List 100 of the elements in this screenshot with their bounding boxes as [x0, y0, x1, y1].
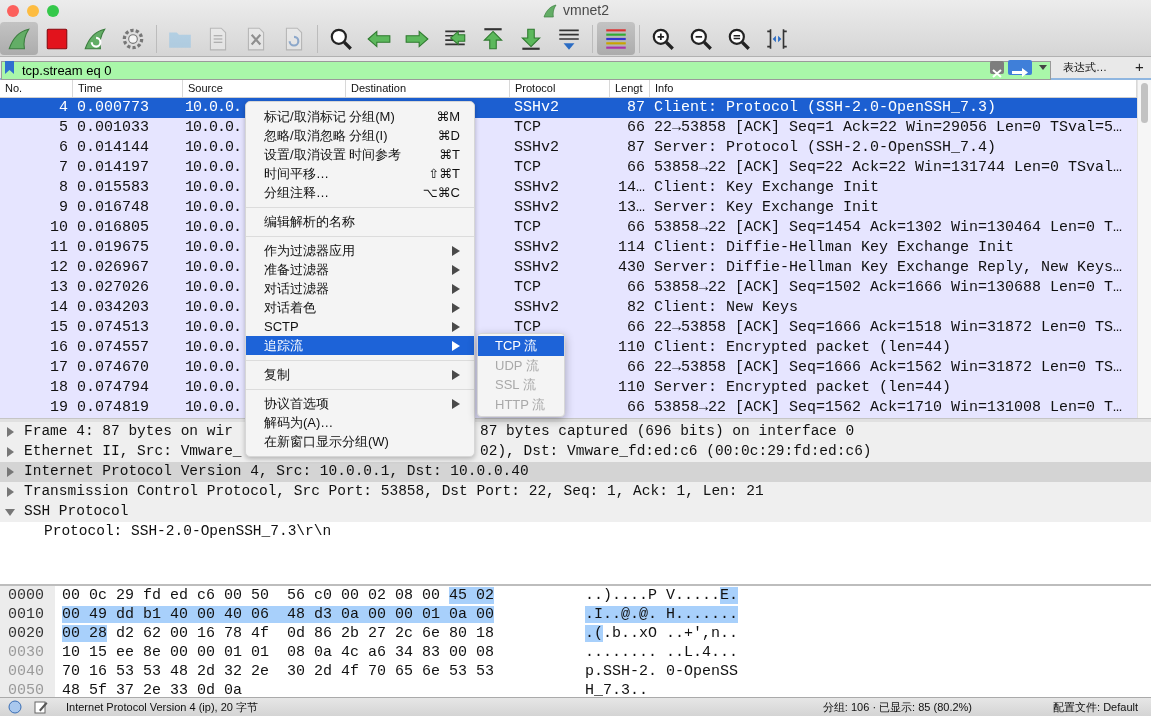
table-cell-text: 66: [627, 218, 646, 238]
table-cell-text: 10.0.0.: [184, 258, 241, 278]
table-cell-text: 10.0.0.: [184, 178, 241, 198]
packet-count: 分组: 106 · 已显示: 85 (80.2%): [822, 699, 973, 715]
table-cell-text: TCP: [513, 318, 541, 338]
table-cell-text: 10.0.0.: [184, 318, 241, 338]
table-cell-text: Client: Protocol (SSH-2.0-OpenSSH_7.3): [653, 98, 997, 118]
table-cell-text: 110: [618, 378, 646, 398]
ascii-text: ..)....P V.....E.: [585, 586, 739, 605]
menu-label: SCTP: [264, 317, 299, 336]
tree-text: 87 bytes captured (696 bits) on interface 0: [480, 422, 855, 442]
table-cell-text: 10.0.0.: [184, 278, 241, 298]
table-cell-text: 0.016805: [76, 218, 149, 238]
tree-text: SSH Protocol: [24, 502, 129, 522]
table-cell-text: 10.0.0.: [184, 358, 241, 378]
table-cell-text: 0.074513: [76, 318, 149, 338]
table-cell-text: 18: [50, 378, 69, 398]
table-cell-text: 110: [618, 338, 646, 358]
table-cell-text: 87: [627, 138, 646, 158]
ascii-text: .I..@.@. H.......: [585, 605, 739, 624]
table-cell-text: 13…: [618, 198, 646, 218]
table-cell-text: 66: [627, 158, 646, 178]
table-cell-text: 12: [50, 258, 69, 278]
table-cell-text: 53858→22 [ACK] Seq=22 Ack=22 Win=131744 Len=0 TSval…: [653, 158, 1123, 178]
table-cell-text: 10.0.0.: [184, 98, 241, 118]
table-cell-text: SSHv2: [513, 138, 559, 158]
table-cell-text: Client: Diffie-Hellman Key Exchange Init: [653, 238, 1015, 258]
table-cell-text: 22→53858 [ACK] Seq=1666 Ack=1562 Win=31872 Len=0 TS…: [653, 358, 1123, 378]
window-title: vmnet2: [563, 1, 609, 20]
table-cell-text: 0.034203: [76, 298, 149, 318]
table-cell-text: 66: [627, 318, 646, 338]
table-cell-text: Client: New Keys: [653, 298, 799, 318]
table-cell-text: SSHv2: [513, 178, 559, 198]
table-cell-text: 0.015583: [76, 178, 149, 198]
hex-bytes: 70 16 53 53 48 2d 32 2e 30 2d 4f 70 65 6e 53 53: [61, 662, 496, 681]
offset-label: 0050: [7, 681, 45, 697]
hex-bytes: 10 15 ee 8e 00 00 01 01 08 0a 4c a6 34 83 00 08: [61, 643, 496, 662]
ascii-text: ........ ..L.4...: [585, 643, 739, 662]
table-cell-text: SSHv2: [513, 238, 559, 258]
table-cell-text: SSHv2: [513, 98, 559, 118]
table-cell-text: 10.0.0.: [184, 378, 241, 398]
table-cell-text: 0.016748: [76, 198, 149, 218]
table-cell-text: 10.0.0.: [184, 118, 241, 138]
table-cell-text: 19: [50, 398, 69, 418]
table-cell-text: 66: [627, 118, 646, 138]
menu-label: 对话着色: [264, 298, 316, 317]
table-cell-text: 0.000773: [76, 98, 149, 118]
table-cell-text: 11: [50, 238, 69, 258]
table-cell-text: 10.0.0.: [184, 298, 241, 318]
tree-text: Ethernet II, Src: Vmware_: [24, 442, 242, 462]
tree-text: Protocol: SSH-2.0-OpenSSH_7.3\r\n: [44, 522, 332, 542]
hex-bytes: 00 49 dd b1 40 00 40 06 48 d3 0a 00 00 01 0a 00: [61, 605, 496, 624]
table-cell-text: 8: [59, 178, 69, 198]
table-cell-text: 0.019675: [76, 238, 149, 258]
table-cell-text: Server: Encrypted packet (len=44): [653, 378, 952, 398]
table-cell-text: Client: Encrypted packet (len=44): [653, 338, 952, 358]
hex-bytes: 00 28 d2 62 00 16 78 4f 0d 86 2b 27 2c 6e 80 18: [61, 624, 496, 643]
hex-bytes: 00 0c 29 fd ed c6 00 50 56 c0 00 02 08 00 45 02: [61, 586, 496, 605]
table-cell-text: Server: Protocol (SSH-2.0-OpenSSH_7.4): [653, 138, 997, 158]
ascii-text: H_7.3..: [585, 681, 648, 697]
table-cell-text: 66: [627, 358, 646, 378]
offset-label: 0030: [7, 643, 45, 662]
table-cell-text: 15: [50, 318, 69, 338]
table-cell-text: 0.074819: [76, 398, 149, 418]
table-cell-text: 9: [59, 198, 69, 218]
table-cell-text: 10.0.0.: [184, 218, 241, 238]
ascii-text: p.SSH-2. 0-OpenSS: [585, 662, 739, 681]
table-cell-text: 53858→22 [ACK] Seq=1562 Ack=1710 Win=131008 Len=0 T…: [653, 398, 1123, 418]
table-cell-text: 10.0.0.: [184, 138, 241, 158]
menu-label: 对话过滤器: [264, 279, 329, 298]
table-cell-text: Client: Key Exchange Init: [653, 178, 880, 198]
tree-text: Internet Protocol Version 4, Src: 10.0.0.1, Dst: 10.0.0.40: [24, 462, 529, 482]
tree-text: Frame 4: 87 bytes on wir: [24, 422, 233, 442]
tree-text: Transmission Control Protocol, Src Port: 53858, Dst Port: 22, Seq: 1, Ack: 1, Len: 21: [24, 482, 764, 502]
table-cell-text: 22→53858 [ACK] Seq=1 Ack=22 Win=29056 Len=0 TSval=5…: [653, 118, 1123, 138]
menu-label: 追踪流: [264, 336, 303, 355]
tree-text: 02), Dst: Vmware_fd:ed:c6 (00:0c:29:fd:ed:c6): [480, 442, 872, 462]
table-cell-text: 0.027026: [76, 278, 149, 298]
table-cell-text: 5: [59, 118, 69, 138]
table-cell-text: TCP: [513, 278, 541, 298]
table-cell-text: 66: [627, 278, 646, 298]
table-cell-text: 87: [627, 98, 646, 118]
hex-bytes: 48 5f 37 2e 33 0d 0a: [61, 681, 244, 697]
table-cell-text: 10.0.0.: [184, 198, 241, 218]
table-cell-text: 10: [50, 218, 69, 238]
table-cell-text: 14…: [618, 178, 646, 198]
offset-label: 0020: [7, 624, 45, 643]
table-cell-text: 10.0.0.: [184, 398, 241, 418]
table-cell-text: SSHv2: [513, 198, 559, 218]
menu-label: 作为过滤器应用: [264, 241, 355, 260]
table-cell-text: 82: [627, 298, 646, 318]
table-cell-text: 13: [50, 278, 69, 298]
table-cell-text: SSHv2: [513, 258, 559, 278]
table-cell-text: 0.074557: [76, 338, 149, 358]
table-cell-text: 430: [618, 258, 646, 278]
table-cell-text: 114: [618, 238, 646, 258]
table-cell-text: 0.014144: [76, 138, 149, 158]
table-cell-text: 53858→22 [ACK] Seq=1502 Ack=1666 Win=130688 Len=0 T…: [653, 278, 1123, 298]
table-cell-text: 16: [50, 338, 69, 358]
offset-label: 0000: [7, 586, 45, 605]
